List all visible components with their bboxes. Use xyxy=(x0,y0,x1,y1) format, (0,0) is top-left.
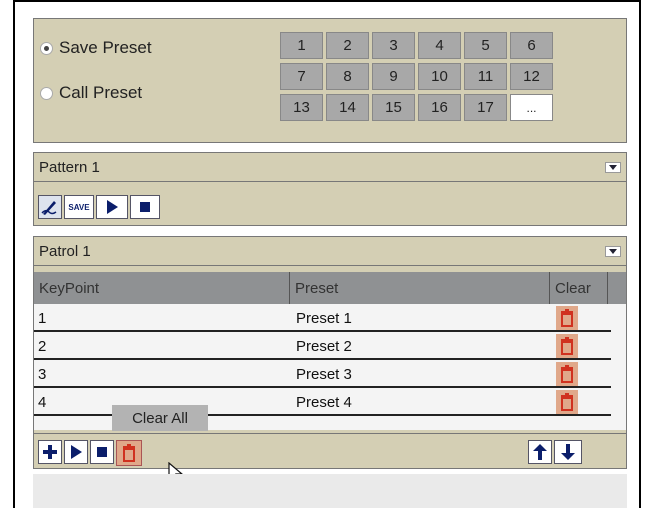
preset-button-13[interactable]: 13 xyxy=(280,94,323,121)
keypoint-cell: 2 xyxy=(38,338,47,355)
preset-button-16[interactable]: 16 xyxy=(418,94,461,121)
trash-icon[interactable] xyxy=(556,334,578,358)
preset-button-6[interactable]: 6 xyxy=(510,32,553,59)
keypoint-cell: 1 xyxy=(38,310,47,327)
trash-icon[interactable] xyxy=(556,390,578,414)
table-row[interactable]: 3 Preset 3 xyxy=(34,360,611,388)
preset-button-12[interactable]: 12 xyxy=(510,63,553,90)
keypoint-cell: 4 xyxy=(38,394,47,411)
save-preset-option[interactable]: Save Preset xyxy=(40,38,152,58)
preset-button-11[interactable]: 11 xyxy=(464,63,507,90)
save-icon[interactable]: SAVE xyxy=(64,195,94,219)
preset-button-15[interactable]: 15 xyxy=(372,94,415,121)
patrol-select[interactable]: Patrol 1 xyxy=(34,237,626,266)
preset-button-17[interactable]: 17 xyxy=(464,94,507,121)
save-preset-radio[interactable] xyxy=(40,41,53,55)
column-clear: Clear xyxy=(550,272,608,304)
preset-button-8[interactable]: 8 xyxy=(326,63,369,90)
preset-button-10[interactable]: 10 xyxy=(418,63,461,90)
patrol-title: Patrol 1 xyxy=(39,242,91,260)
chevron-down-icon[interactable] xyxy=(605,161,621,173)
preset-button-14[interactable]: 14 xyxy=(326,94,369,121)
preset-button-2[interactable]: 2 xyxy=(326,32,369,59)
clear-all-trash-icon[interactable] xyxy=(116,440,142,466)
patrol-table-header: KeyPoint Preset Clear xyxy=(34,272,626,304)
clear-all-tooltip: Clear All xyxy=(112,405,208,431)
stop-icon[interactable] xyxy=(130,195,160,219)
preset-button-1[interactable]: 1 xyxy=(280,32,323,59)
pattern-title: Pattern 1 xyxy=(39,158,100,176)
trash-icon[interactable] xyxy=(556,362,578,386)
preset-button-7[interactable]: 7 xyxy=(280,63,323,90)
table-row[interactable]: 2 Preset 2 xyxy=(34,332,611,360)
pattern-toolbar: SAVE xyxy=(38,195,162,219)
stop-icon[interactable] xyxy=(90,440,114,464)
save-icon-text: SAVE xyxy=(68,202,90,212)
table-row[interactable]: 1 Preset 1 xyxy=(34,304,611,332)
save-preset-label: Save Preset xyxy=(59,38,152,57)
preset-number-grid: 1 2 3 4 5 6 7 8 9 10 11 12 13 14 15 16 1… xyxy=(280,32,553,121)
pencil-icon[interactable] xyxy=(38,195,62,219)
preset-button-4[interactable]: 4 xyxy=(418,32,461,59)
arrow-up-icon[interactable] xyxy=(528,440,552,464)
patrol-toolbar xyxy=(34,433,626,468)
preset-button-3[interactable]: 3 xyxy=(372,32,415,59)
preset-cell: Preset 3 xyxy=(296,366,352,383)
column-keypoint: KeyPoint xyxy=(34,272,290,304)
pattern-select[interactable]: Pattern 1 xyxy=(34,153,626,182)
trash-icon[interactable] xyxy=(556,306,578,330)
keypoint-cell: 3 xyxy=(38,366,47,383)
plus-icon[interactable] xyxy=(38,440,62,464)
preset-more-button[interactable]: ... xyxy=(510,94,553,121)
call-preset-radio[interactable] xyxy=(40,86,53,100)
status-strip xyxy=(33,474,627,508)
chevron-down-icon[interactable] xyxy=(605,245,621,257)
preset-button-9[interactable]: 9 xyxy=(372,63,415,90)
column-preset: Preset xyxy=(290,272,550,304)
preset-cell: Preset 4 xyxy=(296,394,352,411)
patrol-panel: Patrol 1 KeyPoint Preset Clear 1 Preset … xyxy=(33,236,627,469)
play-icon[interactable] xyxy=(96,195,128,219)
call-preset-label: Call Preset xyxy=(59,83,143,102)
call-preset-option[interactable]: Call Preset xyxy=(40,83,142,103)
preset-cell: Preset 1 xyxy=(296,310,352,327)
preset-panel: Save Preset Call Preset 1 2 3 4 5 6 7 8 … xyxy=(33,18,627,143)
play-icon[interactable] xyxy=(64,440,88,464)
preset-cell: Preset 2 xyxy=(296,338,352,355)
preset-button-5[interactable]: 5 xyxy=(464,32,507,59)
arrow-down-icon[interactable] xyxy=(554,440,582,464)
pattern-panel: Pattern 1 SAVE xyxy=(33,152,627,226)
